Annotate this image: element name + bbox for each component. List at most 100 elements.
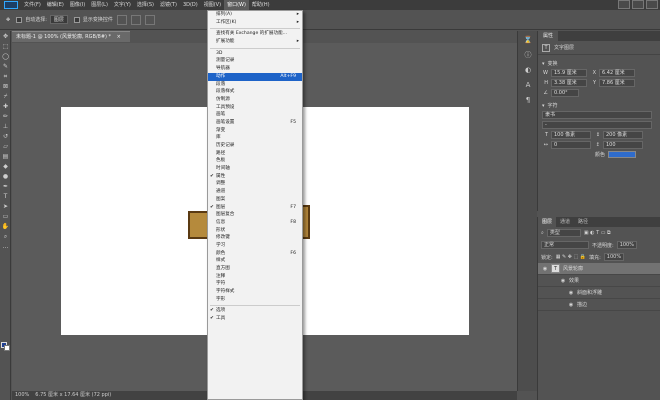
document-tab[interactable]: 未标题-1 @ 100% (风景轮廓, RGB/8#) * × [12,31,130,42]
window-menu-item[interactable]: 学习 [208,242,302,250]
eye-icon[interactable]: ◉ [560,278,566,284]
menu-3d[interactable]: 3D(D) [180,0,201,10]
window-menu-item[interactable]: 工具预设 [208,104,302,112]
font-style-dropdown[interactable]: - [542,121,652,129]
chevron-down-icon[interactable]: ▾ [542,61,545,67]
angle-field[interactable]: 0.00° [551,89,579,97]
window-menu-item[interactable]: 库 [208,134,302,142]
zoom-level[interactable]: 100% [15,391,29,400]
tab-paths[interactable]: 路径 [574,217,592,227]
window-menu-item[interactable]: 画笔设置 F5 [208,119,302,127]
history-brush-tool-icon[interactable]: ↺ [1,132,10,141]
height-field[interactable]: 3.38 厘米 [551,79,587,87]
healing-brush-tool-icon[interactable]: ✚ [1,102,10,111]
menu-layer[interactable]: 图层(L) [88,0,111,10]
eye-icon[interactable]: ◉ [568,290,574,296]
align-center-icon[interactable] [130,14,141,25]
window-menu-item[interactable]: 测量记录 [208,57,302,65]
menu-view[interactable]: 视图(V) [201,0,224,10]
window-menu-item[interactable]: 工作区(K) ▸ [208,19,302,27]
eyedropper-tool-icon[interactable]: ⌿ [1,92,10,101]
quick-select-tool-icon[interactable]: ✎ [1,62,10,71]
gradient-tool-icon[interactable]: ▤ [1,152,10,161]
window-menu-item[interactable]: 仿制源 [208,96,302,104]
font-family-dropdown[interactable]: 隶书 [542,111,652,119]
text-color-swatch[interactable] [608,151,637,158]
move-tool-icon[interactable]: ✥ [6,17,10,23]
window-menu-item[interactable]: 时间轴 [208,165,302,173]
window-menu-item[interactable]: 段落样式 [208,88,302,96]
tracking-field[interactable]: 0 [551,141,591,149]
layer-kind-filter[interactable]: 类型 [546,229,581,237]
window-menu-item[interactable]: 信息 F8 [208,219,302,227]
move-tool-icon[interactable]: ✥ [1,32,10,41]
eye-icon[interactable]: ◉ [568,302,574,308]
paragraph-icon[interactable]: ¶ [521,94,535,106]
tab-channels[interactable]: 通道 [556,217,574,227]
layer-name[interactable]: 风景轮廓 [563,265,583,272]
menu-help[interactable]: 帮助(H) [249,0,273,10]
filter-icons[interactable]: ▣ ◐ T ▭ ⧉ [584,230,611,236]
chevron-down-icon[interactable]: ▾ [542,103,545,109]
close-window-button[interactable] [646,0,658,9]
leading-field[interactable]: 200 像素 [603,131,643,139]
window-menu-item[interactable]: ✔ 工具 [208,315,302,323]
zoom-tool-icon[interactable]: ⌕ [1,232,10,241]
x-field[interactable]: 6.42 厘米 [599,69,635,77]
window-menu-item[interactable]: ✔ 图层 F7 [208,204,302,212]
align-right-icon[interactable] [144,14,155,25]
window-menu-item[interactable]: 渐变 [208,127,302,135]
blur-tool-icon[interactable]: ◆ [1,162,10,171]
window-menu-item[interactable]: 调整 [208,180,302,188]
window-menu-item[interactable]: 样式 [208,257,302,265]
window-menu-item[interactable]: 3D [208,50,302,58]
window-menu-item[interactable]: 形状 [208,227,302,235]
layer-row[interactable]: ◉ T 风景轮廓 [538,263,660,275]
vertical-scale-field[interactable]: 100 [603,141,643,149]
hand-tool-icon[interactable]: ✋ [1,222,10,231]
lasso-tool-icon[interactable]: ◯ [1,52,10,61]
font-size-field[interactable]: 100 像素 [551,131,591,139]
menu-filter[interactable]: 滤镜(T) [157,0,180,10]
background-color-swatch[interactable] [4,345,10,351]
window-menu-item[interactable]: 修改键 [208,234,302,242]
window-menu-item[interactable]: 色板 [208,157,302,165]
pen-tool-icon[interactable]: ✒ [1,182,10,191]
align-left-icon[interactable] [116,14,127,25]
dodge-tool-icon[interactable]: ● [1,172,10,181]
width-field[interactable]: 15.9 厘米 [551,69,587,77]
show-transform-checkbox[interactable] [73,16,80,23]
more-tools-icon[interactable]: … [1,242,10,251]
window-menu-item[interactable]: 图案 [208,196,302,204]
path-select-tool-icon[interactable]: ➤ [1,202,10,211]
layer-effects-row[interactable]: ◉ 效果 [538,275,660,287]
window-menu-item[interactable]: 路径 [208,150,302,158]
layer-effect-row[interactable]: ◉ 斜面和浮雕 [538,287,660,299]
clone-stamp-tool-icon[interactable]: ⊥ [1,122,10,131]
window-menu-item[interactable]: ✔ 选项 [208,307,302,315]
layer-effect-row[interactable]: ◉ 描边 [538,299,660,311]
brush-tool-icon[interactable]: ✏ [1,112,10,121]
character-icon[interactable]: A [521,79,535,91]
window-menu-item[interactable]: 直方图 [208,265,302,273]
y-field[interactable]: 7.86 厘米 [599,79,635,87]
menu-file[interactable]: 文件(F) [21,0,44,10]
window-menu-item[interactable]: 字符 [208,280,302,288]
maximize-button[interactable] [632,0,644,9]
menu-select[interactable]: 选择(S) [134,0,157,10]
window-menu-item[interactable]: 画笔 [208,111,302,119]
shape-tool-icon[interactable]: ▭ [1,212,10,221]
window-menu-item[interactable]: 查找有关 Exchange 的扩展功能... [208,30,302,38]
minimize-button[interactable] [618,0,630,9]
window-menu-item[interactable]: 历史记录 [208,142,302,150]
frame-tool-icon[interactable]: ⊠ [1,82,10,91]
window-menu-item[interactable]: 字符样式 [208,288,302,296]
window-menu-item[interactable]: 动作 Alt+F9 [208,72,302,81]
tab-properties[interactable]: 属性 [538,31,559,41]
marquee-tool-icon[interactable]: ⬚ [1,42,10,51]
blend-mode-dropdown[interactable]: 正常 [541,241,589,249]
window-menu-item[interactable]: ✔ 属性 [208,173,302,181]
tab-layers[interactable]: 图层 [538,217,557,227]
window-menu-item[interactable]: 颜色 F6 [208,250,302,258]
window-menu-item[interactable]: 注释 [208,273,302,281]
